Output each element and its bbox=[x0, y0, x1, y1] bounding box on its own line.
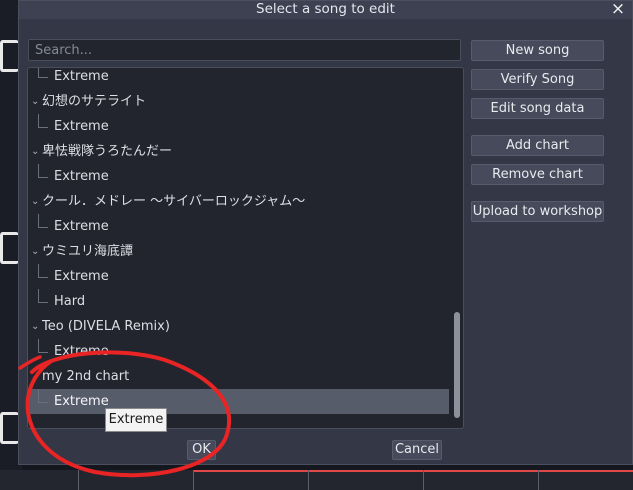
song-title: Teo (DIVELA Remix) bbox=[42, 319, 170, 334]
song-tree[interactable]: Extreme ⌄ 幻想のサテライト Extreme ⌄ 卑怯戦隊うろたんだー Extrem… bbox=[27, 67, 464, 429]
background-glyph bbox=[0, 40, 19, 72]
tooltip: Extreme bbox=[105, 408, 167, 432]
song-title: 卑怯戦隊うろたんだー bbox=[42, 144, 173, 159]
background-glyph bbox=[0, 412, 19, 444]
song-row[interactable]: ⌄ 幻想のサテライト bbox=[28, 89, 449, 114]
chart-difficulty: Extreme bbox=[54, 269, 109, 284]
song-title: クール．メドレー ～サイバーロックジャム～ bbox=[42, 194, 306, 209]
chart-row[interactable]: Extreme bbox=[28, 68, 449, 89]
chart-difficulty: Extreme bbox=[54, 69, 109, 84]
chevron-down-icon[interactable]: ⌄ bbox=[31, 364, 39, 389]
song-title: 幻想のサテライト bbox=[42, 94, 147, 109]
song-row[interactable]: ⌄ クール．メドレー ～サイバーロックジャム～ bbox=[28, 189, 449, 214]
chevron-down-icon[interactable]: ⌄ bbox=[31, 239, 39, 264]
chevron-down-icon[interactable]: ⌄ bbox=[31, 139, 39, 164]
select-song-dialog: Select a song to edit × Extreme⌄幻想のサテライト… bbox=[18, 0, 633, 465]
chart-difficulty: Extreme bbox=[54, 219, 109, 234]
chart-difficulty: Extreme bbox=[54, 119, 109, 134]
dialog-titlebar[interactable]: Select a song to edit × bbox=[19, 0, 632, 19]
scrollbar-thumb[interactable] bbox=[454, 312, 460, 418]
song-tree-rows: Extreme ⌄ 幻想のサテライト Extreme ⌄ 卑怯戦隊うろたんだー Extrem… bbox=[28, 68, 449, 414]
new-song-button[interactable]: New song bbox=[471, 40, 604, 61]
chart-row[interactable]: Extreme bbox=[28, 214, 449, 239]
chart-row[interactable]: Hard bbox=[28, 289, 449, 314]
chart-row[interactable]: Extreme bbox=[28, 164, 449, 189]
chevron-down-icon[interactable]: ⌄ bbox=[31, 89, 39, 114]
chevron-down-icon[interactable]: ⌄ bbox=[31, 314, 39, 339]
chart-difficulty: Extreme bbox=[54, 169, 109, 184]
tree-scrollbar[interactable] bbox=[454, 70, 460, 422]
song-title: ウミユリ海底譚 bbox=[42, 244, 134, 259]
chart-difficulty: Extreme bbox=[54, 344, 109, 359]
close-icon[interactable]: × bbox=[610, 0, 626, 18]
song-row[interactable]: ⌄ ウミユリ海底譚 bbox=[28, 239, 449, 264]
song-title: my 2nd chart bbox=[42, 369, 130, 384]
add-chart-button[interactable]: Add chart bbox=[471, 135, 604, 156]
chart-row[interactable]: Extreme bbox=[28, 389, 449, 414]
remove-chart-button[interactable]: Remove chart bbox=[471, 164, 604, 185]
edit-song-data-button[interactable]: Edit song data bbox=[471, 98, 604, 119]
ok-button[interactable]: OK bbox=[187, 440, 216, 460]
chevron-down-icon[interactable]: ⌄ bbox=[31, 189, 39, 214]
chart-row[interactable]: Extreme bbox=[28, 264, 449, 289]
cancel-button[interactable]: Cancel bbox=[392, 440, 442, 460]
upload-to-workshop-button[interactable]: Upload to workshop bbox=[471, 201, 604, 222]
chart-difficulty: Extreme bbox=[54, 394, 109, 409]
chart-row[interactable]: Extreme bbox=[28, 114, 449, 139]
song-row[interactable]: ⌄ 卑怯戦隊うろたんだー bbox=[28, 139, 449, 164]
chart-difficulty: Hard bbox=[54, 294, 86, 309]
dialog-title: Select a song to edit bbox=[256, 1, 395, 17]
song-row[interactable]: ⌄ my 2nd chart bbox=[28, 364, 449, 389]
verify-song-button[interactable]: Verify Song bbox=[471, 69, 604, 90]
song-row[interactable]: ⌄ Teo (DIVELA Remix) bbox=[28, 314, 449, 339]
background-glyph bbox=[0, 232, 19, 264]
background-timeline bbox=[0, 470, 633, 490]
chart-row[interactable]: Extreme bbox=[28, 339, 449, 364]
search-input[interactable] bbox=[28, 39, 461, 61]
